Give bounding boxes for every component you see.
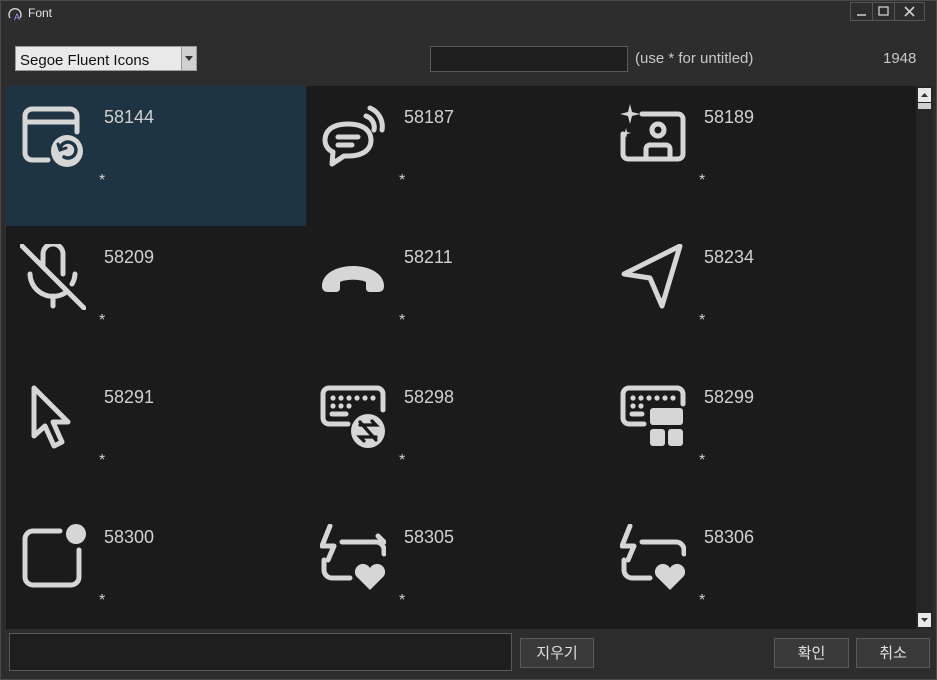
chevron-down-icon[interactable] bbox=[181, 47, 196, 70]
search-hint: (use * for untitled) bbox=[635, 50, 754, 67]
phone-hangup-icon bbox=[322, 266, 384, 292]
flash-repeat-heart-icon bbox=[620, 524, 686, 590]
glyph-name: * bbox=[99, 172, 106, 189]
glyph-cell[interactable]: 58298 * bbox=[306, 366, 606, 506]
font-family-select[interactable]: Segoe Fluent Icons bbox=[15, 46, 197, 71]
font-dialog: A Font Segoe Fluent Icons (use * for unt… bbox=[0, 0, 937, 680]
minimize-button[interactable] bbox=[850, 2, 873, 21]
keyboard-sync-icon bbox=[320, 385, 386, 448]
glyph-cell[interactable]: 58305 * bbox=[306, 506, 606, 629]
title-bar: A Font bbox=[1, 1, 936, 25]
glyph-code: 58144 bbox=[104, 107, 155, 127]
glyph-cell[interactable]: 58209 * bbox=[6, 226, 306, 366]
glyph-code: 58234 bbox=[704, 247, 755, 267]
maximize-button[interactable] bbox=[872, 2, 895, 21]
glyph-search-input[interactable] bbox=[430, 46, 628, 72]
glyph-cell[interactable]: 58306 * bbox=[606, 506, 906, 629]
glyph-code: 58298 bbox=[404, 387, 455, 407]
svg-text:A: A bbox=[14, 12, 20, 21]
glyph-name: * bbox=[99, 312, 106, 329]
flash-repeat-heart-icon bbox=[320, 524, 386, 590]
glyph-grid: 58144 * 58187 * 58189 * 58209 * 58211 * … bbox=[6, 86, 916, 629]
glyph-code: 58300 bbox=[104, 527, 155, 547]
glyph-name: * bbox=[399, 452, 406, 469]
glyph-cell[interactable]: 58234 * bbox=[606, 226, 906, 366]
glyph-code: 58187 bbox=[404, 107, 455, 127]
glyph-name: * bbox=[699, 312, 706, 329]
app-badge-icon bbox=[22, 524, 86, 588]
glyph-text-input[interactable] bbox=[9, 633, 512, 671]
glyph-code: 58209 bbox=[104, 247, 155, 267]
glyph-name: * bbox=[699, 592, 706, 609]
glyph-count: 1948 bbox=[883, 50, 917, 67]
glyph-cell[interactable]: 58299 * bbox=[606, 366, 906, 506]
glyph-name: * bbox=[99, 592, 106, 609]
glyph-code: 58189 bbox=[704, 107, 755, 127]
glyph-name: * bbox=[699, 172, 706, 189]
font-family-value: Segoe Fluent Icons bbox=[20, 52, 150, 69]
glyph-code: 58306 bbox=[704, 527, 755, 547]
glyph-name: * bbox=[399, 312, 406, 329]
scroll-down-button[interactable] bbox=[918, 613, 931, 627]
glyph-cell[interactable]: 58291 * bbox=[6, 366, 306, 506]
cursor-pointer-icon bbox=[31, 385, 71, 449]
clear-button[interactable]: 지우기 bbox=[520, 638, 594, 668]
vertical-scrollbar[interactable] bbox=[916, 86, 933, 629]
send-arrow-icon bbox=[621, 244, 683, 309]
glyph-code: 58305 bbox=[404, 527, 455, 547]
glyph-cell[interactable]: 58300 * bbox=[6, 506, 306, 629]
glyph-cell[interactable]: 58187 * bbox=[306, 86, 606, 226]
scroll-thumb[interactable] bbox=[918, 103, 931, 109]
contact-sparkle-icon bbox=[620, 104, 686, 162]
glyph-cell[interactable]: 58189 * bbox=[606, 86, 906, 226]
mic-off-icon bbox=[20, 244, 86, 310]
chat-broadcast-icon bbox=[322, 105, 385, 167]
app-logo-icon: A bbox=[7, 5, 23, 22]
glyph-cell[interactable]: 58211 * bbox=[306, 226, 606, 366]
calendar-refresh-icon bbox=[22, 106, 83, 167]
keyboard-layout-icon bbox=[620, 385, 686, 446]
window-title: Font bbox=[28, 6, 53, 20]
cancel-button[interactable]: 취소 bbox=[856, 638, 930, 668]
glyph-code: 58211 bbox=[404, 247, 453, 267]
scroll-up-button[interactable] bbox=[918, 88, 931, 102]
glyph-code: 58299 bbox=[704, 387, 755, 407]
glyph-name: * bbox=[399, 172, 406, 189]
glyph-name: * bbox=[399, 592, 406, 609]
glyph-name: * bbox=[699, 452, 706, 469]
glyph-name: * bbox=[99, 452, 106, 469]
ok-button[interactable]: 확인 bbox=[774, 638, 849, 668]
glyph-code: 58291 bbox=[104, 387, 155, 407]
close-button[interactable] bbox=[894, 2, 925, 21]
glyph-cell[interactable]: 58144 * bbox=[6, 86, 306, 226]
